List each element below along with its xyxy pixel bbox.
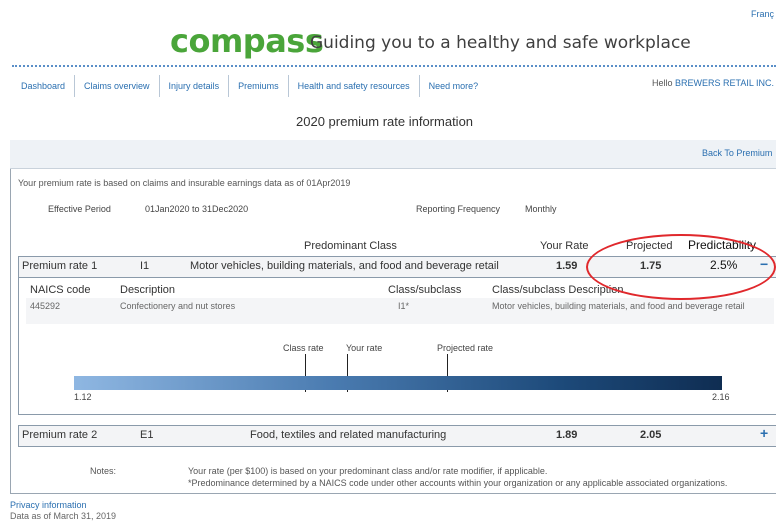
nav-dashboard[interactable]: Dashboard xyxy=(12,75,76,97)
notes-label: Notes: xyxy=(90,466,117,476)
page-title: 2020 premium rate information xyxy=(296,114,474,129)
annotation-circle xyxy=(586,234,776,300)
rate2-description: Food, textiles and related manufacturing xyxy=(250,429,447,441)
rate-scale-bar xyxy=(74,376,722,390)
class-rate-label: Class rate xyxy=(283,343,324,353)
class-subclass-description-value: Motor vehicles, building materials, and … xyxy=(492,301,745,311)
nav-health-safety-resources[interactable]: Health and safety resources xyxy=(289,75,420,97)
basis-text: Your premium rate is based on claims and… xyxy=(18,178,351,188)
main-nav: Dashboard Claims overview Injury details… xyxy=(12,75,487,97)
effective-period-value: 01Jan2020 to 31Dec2020 xyxy=(145,204,249,214)
header-divider xyxy=(12,65,776,67)
data-date: Data as of March 31, 2019 xyxy=(10,511,117,521)
compass-logo[interactable]: compass xyxy=(170,22,324,60)
rate2-your-rate: 1.89 xyxy=(556,429,578,441)
expand-rate2-icon[interactable]: + xyxy=(760,425,768,441)
rate2-label: Premium rate 2 xyxy=(22,429,98,441)
nav-claims-overview[interactable]: Claims overview xyxy=(75,75,160,97)
greeting-prefix: Hello xyxy=(652,78,676,88)
nav-premiums[interactable]: Premiums xyxy=(229,75,289,97)
scale-min-label: 1.12 xyxy=(74,392,92,402)
class-subclass-header: Class/subclass xyxy=(388,284,462,296)
panel-header xyxy=(10,140,776,169)
your-rate-label: Your rate xyxy=(346,343,383,353)
back-to-premium-link[interactable]: Back To Premium xyxy=(702,148,772,158)
effective-period-label: Effective Period xyxy=(48,204,111,214)
language-link[interactable]: Franç xyxy=(751,9,774,19)
naics-code-value: 445292 xyxy=(30,301,61,311)
naics-code-header: NAICS code xyxy=(30,284,91,296)
notes-line-2: *Predominance determined by a NAICS code… xyxy=(188,478,728,488)
nav-injury-details[interactable]: Injury details xyxy=(160,75,230,97)
greeting: Hello BREWERS RETAIL INC. xyxy=(652,78,774,88)
header-your-rate: Your Rate xyxy=(540,240,589,252)
rate2-projected: 2.05 xyxy=(640,429,662,441)
class-subclass-value: I1* xyxy=(398,301,410,311)
rate1-your-rate: 1.59 xyxy=(556,260,578,272)
scale-max-label: 2.16 xyxy=(712,392,730,402)
company-name[interactable]: BREWERS RETAIL INC. xyxy=(675,78,774,88)
nav-need-more[interactable]: Need more? xyxy=(420,75,488,97)
projected-rate-label: Projected rate xyxy=(437,343,494,353)
description-header: Description xyxy=(120,284,176,296)
reporting-frequency-value: Monthly xyxy=(525,204,557,214)
rate1-class-code: I1 xyxy=(140,260,150,272)
rate1-label: Premium rate 1 xyxy=(22,260,98,272)
rate2-class-code: E1 xyxy=(140,429,154,441)
rate1-description: Motor vehicles, building materials, and … xyxy=(190,260,499,272)
naics-description-value: Confectionery and nut stores xyxy=(120,301,236,311)
tagline: Guiding you to a healthy and safe workpl… xyxy=(310,33,691,53)
notes-line-1: Your rate (per $100) is based on your pr… xyxy=(188,466,548,476)
privacy-link[interactable]: Privacy information xyxy=(10,500,87,510)
reporting-frequency-label: Reporting Frequency xyxy=(416,204,501,214)
header-predominant-class: Predominant Class xyxy=(304,240,397,252)
